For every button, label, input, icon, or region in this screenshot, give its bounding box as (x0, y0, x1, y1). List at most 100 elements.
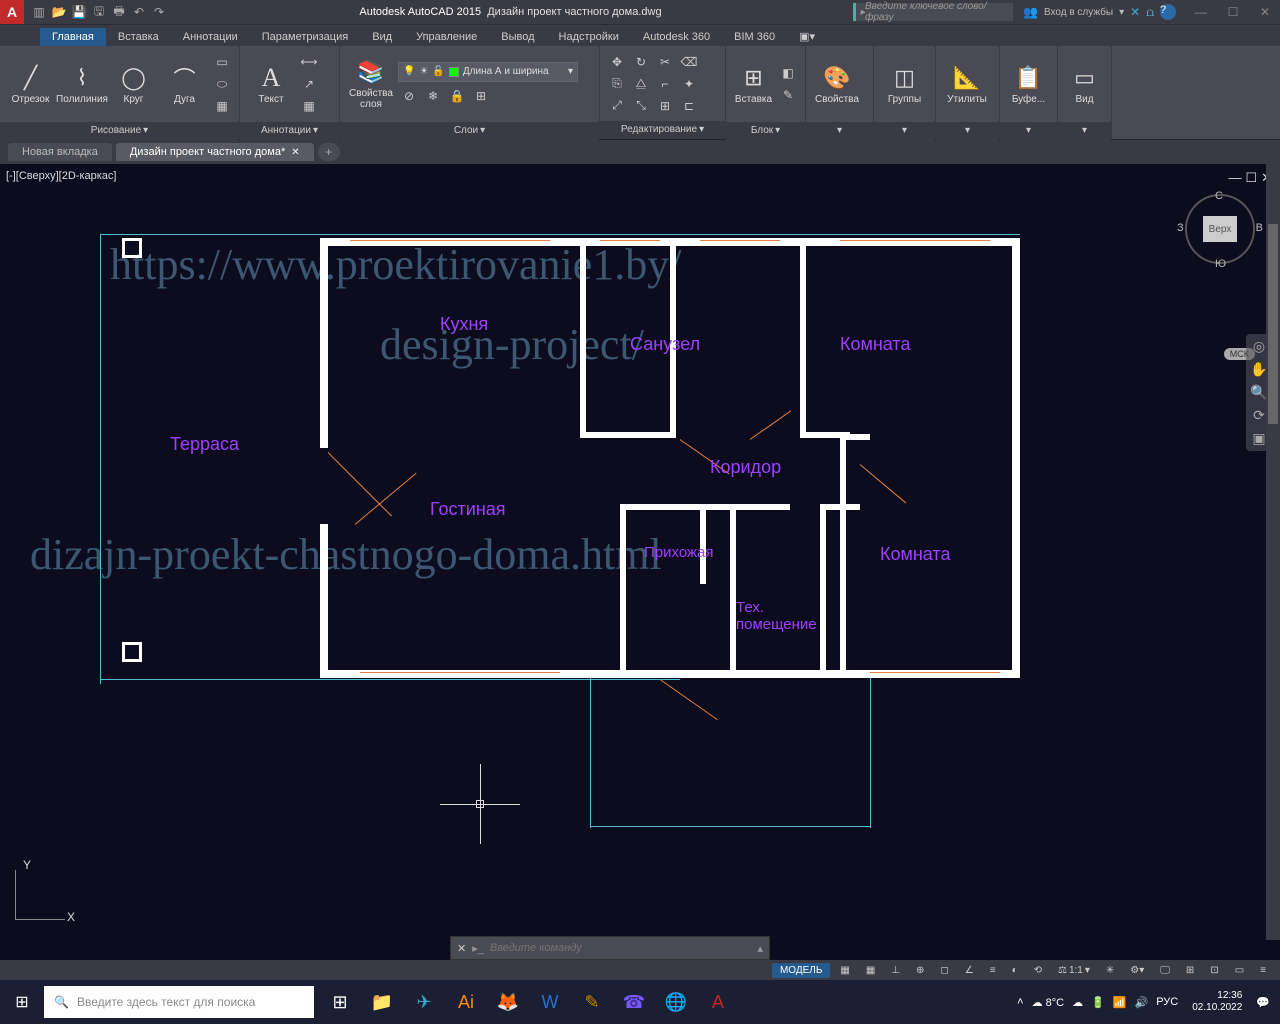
offset-icon[interactable]: ⊏ (679, 96, 699, 116)
ortho-icon[interactable]: ⊥ (885, 964, 906, 977)
mirror-icon[interactable]: ⧋ (631, 74, 651, 94)
hatch-icon[interactable]: ▦ (212, 96, 232, 116)
scale-icon[interactable]: ⤡ (631, 96, 651, 116)
qat-saveas-icon[interactable]: 🖫 (90, 3, 108, 21)
qat-undo-icon[interactable]: ↶ (130, 3, 148, 21)
utilities-button[interactable]: 📐Утилиты (942, 48, 992, 120)
qat-redo-icon[interactable]: ↷ (150, 3, 168, 21)
cleanscreen-icon[interactable]: ▭ (1229, 964, 1250, 977)
annoscale-button[interactable]: ⚖ 1:1▾ (1052, 964, 1096, 977)
viewcube[interactable]: Верх С В Ю З (1185, 194, 1255, 264)
create-block-icon[interactable]: ◧ (778, 63, 798, 83)
qat-plot-icon[interactable]: 🖶 (110, 3, 128, 21)
chevron-up-icon[interactable]: ˄ (1017, 996, 1023, 1008)
trim-icon[interactable]: ✂ (655, 52, 675, 72)
layer-off-icon[interactable]: ⊘ (399, 86, 419, 106)
command-input[interactable] (490, 942, 752, 954)
taskview-icon[interactable]: ⊞ (320, 980, 360, 1024)
layer-combo[interactable]: 💡 ☀ 🔓 Длина А и ширина ▾ (398, 62, 578, 82)
layer-lock-icon[interactable]: 🔒 (447, 86, 467, 106)
rect-icon[interactable]: ▭ (212, 52, 232, 72)
taskbar-search[interactable]: 🔍Введите здесь текст для поиска (44, 986, 314, 1018)
panel-modify-title[interactable]: Редактирование ▾ (600, 121, 725, 139)
tab-annotate[interactable]: Аннотации (171, 28, 250, 46)
close-tab-icon[interactable]: ✕ (291, 147, 299, 158)
circle-button[interactable]: ◯Круг (109, 48, 158, 120)
panel-util-title[interactable]: ▾ (936, 122, 999, 140)
steering-wheel-icon[interactable]: ◎ (1253, 338, 1265, 355)
isolate-icon[interactable]: ⊡ (1204, 964, 1224, 977)
showmotion-icon[interactable]: ▣ (1252, 430, 1265, 447)
panel-block-title[interactable]: Блок ▾ (726, 122, 805, 140)
explorer-icon[interactable]: 📁 (362, 980, 402, 1024)
help-search-input[interactable]: ▸ Введите ключевое слово/фразу (853, 3, 1013, 21)
arc-button[interactable]: ⌒Дуга (160, 48, 209, 120)
doctab-add[interactable]: + (318, 143, 340, 161)
onedrive-icon[interactable]: ☁ (1072, 996, 1083, 1009)
qat-open-icon[interactable]: 📂 (50, 3, 68, 21)
workspace-icon[interactable]: ⚙▾ (1124, 964, 1150, 977)
polar-icon[interactable]: ⊕ (910, 964, 930, 977)
viewport-scrollbar-v[interactable] (1266, 164, 1280, 940)
panel-view-title[interactable]: ▾ (1058, 122, 1111, 140)
tab-bim360[interactable]: BIM 360 (722, 28, 787, 46)
customization-icon[interactable]: ≡ (1254, 964, 1272, 977)
pencil-icon[interactable]: ✎ (572, 980, 612, 1024)
tab-parametric[interactable]: Параметризация (250, 28, 360, 46)
layer-match-icon[interactable]: ⊞ (471, 86, 491, 106)
monitor-icon[interactable]: 🖵 (1154, 964, 1176, 977)
panel-layers-title[interactable]: Слои ▾ (340, 122, 599, 140)
leader-icon[interactable]: ↗ (299, 74, 319, 94)
qat-new-icon[interactable]: ▥ (30, 3, 48, 21)
cycling-icon[interactable]: ⟲ (1028, 964, 1048, 977)
help-icon[interactable]: ? (1160, 4, 1176, 20)
array-icon[interactable]: ⊞ (655, 96, 675, 116)
autocad-icon[interactable]: A (698, 980, 738, 1024)
telegram-icon[interactable]: ✈ (404, 980, 444, 1024)
wifi-icon[interactable]: 📶 (1113, 996, 1127, 1009)
vp-maximize-icon[interactable]: ☐ (1245, 170, 1257, 186)
app-logo[interactable]: A (0, 0, 24, 24)
panel-toggle-icon[interactable]: ▣▾ (787, 27, 827, 46)
drawing-viewport[interactable]: [-][Сверху][2D-каркас] — ☐ ✕ https://www… (0, 164, 1280, 940)
cmdline-close-icon[interactable]: ✕ (457, 942, 466, 955)
orbit-icon[interactable]: ⟳ (1253, 407, 1265, 424)
hardware-icon[interactable]: ⊞ (1180, 964, 1200, 977)
table-icon[interactable]: ▦ (299, 96, 319, 116)
volume-icon[interactable]: 🔊 (1135, 996, 1149, 1009)
minimize-button[interactable]: — (1186, 0, 1216, 24)
stretch-icon[interactable]: ⤢ (607, 96, 627, 116)
tab-output[interactable]: Вывод (489, 28, 546, 46)
tab-view[interactable]: Вид (360, 28, 404, 46)
taskbar-clock[interactable]: 12:3602.10.2022 (1186, 990, 1248, 1014)
lineweight-icon[interactable]: ≡ (984, 964, 1002, 977)
erase-icon[interactable]: ⌫ (679, 52, 699, 72)
otrack-icon[interactable]: ∠ (959, 964, 980, 977)
firefox-icon[interactable]: 🦊 (488, 980, 528, 1024)
text-button[interactable]: AТекст (246, 48, 296, 120)
tab-insert[interactable]: Вставка (106, 28, 171, 46)
view-button[interactable]: ▭Вид (1064, 48, 1105, 120)
snap-icon[interactable]: ▦ (860, 964, 881, 977)
dim-icon[interactable]: ⟷ (299, 52, 319, 72)
doctab-new[interactable]: Новая вкладка (8, 143, 112, 161)
cmdline-dropdown-icon[interactable]: ▴ (757, 942, 763, 955)
modelspace-button[interactable]: МОДЕЛЬ (772, 963, 830, 978)
start-button[interactable]: ⊞ (0, 980, 44, 1024)
ellipse-icon[interactable]: ⬭ (212, 74, 232, 94)
signin-area[interactable]: 👥 Вход в службы ▾ ✕ ⩍ ? (1013, 4, 1186, 20)
tab-home[interactable]: Главная (40, 28, 106, 46)
close-button[interactable]: ✕ (1250, 0, 1280, 24)
panel-annot-title[interactable]: Аннотации ▾ (240, 122, 339, 140)
command-line[interactable]: ✕ ▸_ ▴ (450, 936, 770, 960)
maximize-button[interactable]: ☐ (1218, 0, 1248, 24)
copy-icon[interactable]: ⎘ (607, 74, 627, 94)
transparency-icon[interactable]: ◐ (1006, 964, 1024, 977)
vp-minimize-icon[interactable]: — (1228, 170, 1241, 186)
ai-icon[interactable]: Ai (446, 980, 486, 1024)
qat-save-icon[interactable]: 💾 (70, 3, 88, 21)
edit-block-icon[interactable]: ✎ (778, 85, 798, 105)
app-store-icon[interactable]: ⩍ (1146, 5, 1154, 20)
viewport-label[interactable]: [-][Сверху][2D-каркас] (6, 170, 116, 182)
annotation-icon[interactable]: ✳ (1100, 964, 1120, 977)
